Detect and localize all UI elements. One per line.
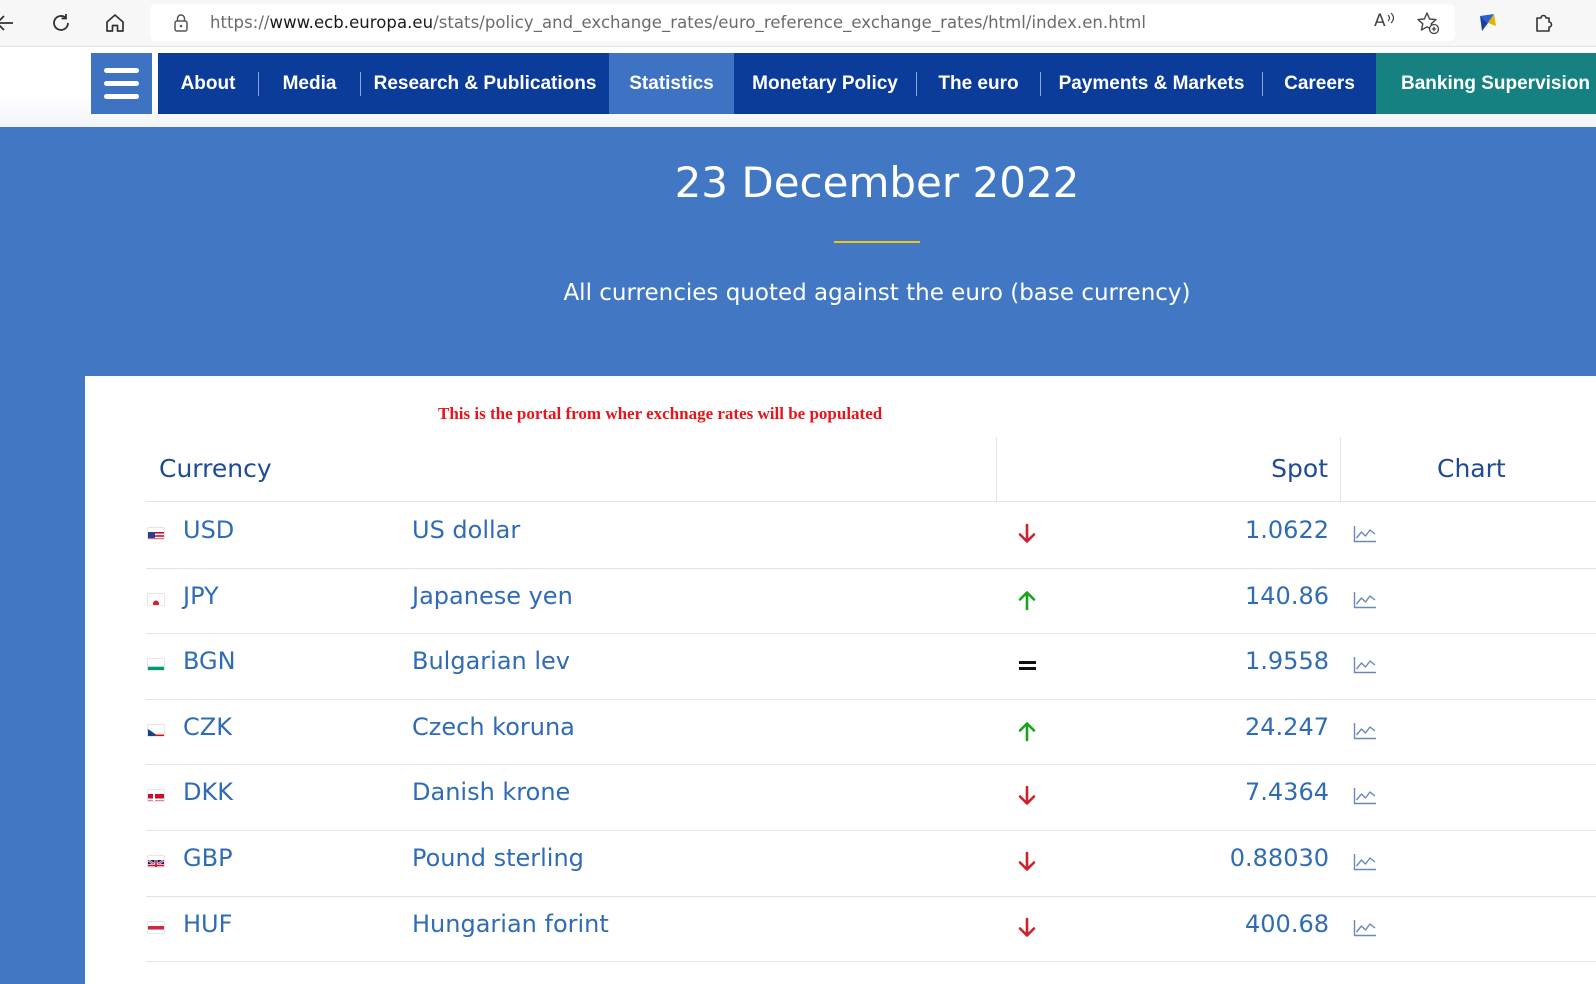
hu-flag-icon [148,922,164,933]
currency-code-link[interactable]: USD [183,516,234,544]
table-row: CZK Czech koruna 24.247 [146,699,1596,764]
page-subtitle: All currencies quoted against the euro (… [563,280,1191,306]
nav-item-the-euro[interactable]: The euro [917,53,1040,114]
spot-rate-link[interactable]: 0.88030 [1126,844,1329,872]
header-divider [996,437,997,501]
currency-code-link[interactable]: CZK [183,713,232,741]
header-currency: Currency [159,454,272,483]
nav-item-monetary-policy[interactable]: Monetary Policy [734,53,916,114]
dk-flag-icon [148,790,164,801]
extension-icon[interactable] [1471,6,1505,40]
nav-item-media[interactable]: Media [259,53,360,114]
page-title: 23 December 2022 [674,158,1080,207]
trend-down-icon [1016,784,1038,808]
nav-item-statistics-label: Statistics [629,72,714,94]
line-chart-icon[interactable] [1353,591,1377,609]
us-flag-icon [148,528,164,539]
row-divider [146,961,1596,962]
line-chart-icon[interactable] [1353,787,1377,805]
nav-item-research-publications[interactable]: Research & Publications [361,53,609,114]
nav-item-careers-label: Careers [1284,72,1355,94]
line-chart-icon[interactable] [1353,656,1377,674]
table-row: DKK Danish krone 7.4364 [146,764,1596,829]
table-row: JPY Japanese yen 140.86 [146,568,1596,633]
nav-item-payments-label: Payments & Markets [1058,72,1245,94]
header-chart: Chart [1437,454,1506,483]
nav-item-euro-label: The euro [938,72,1019,94]
currency-code-link[interactable]: JPY [183,582,219,610]
url-text[interactable]: https://www.ecb.europa.eu/stats/policy_a… [210,13,1146,32]
header-spot: Spot [1271,454,1328,483]
spot-rate-link[interactable]: 24.247 [1126,713,1329,741]
table-row: GBP Pound sterling 0.88030 [146,830,1596,895]
address-bar[interactable]: https://www.ecb.europa.eu/stats/policy_a… [150,4,1455,41]
refresh-icon[interactable] [44,6,78,40]
spot-rate-link[interactable]: 140.86 [1126,582,1329,610]
back-arrow-icon[interactable] [0,6,22,40]
nav-item-monetary-label: Monetary Policy [752,72,898,94]
line-chart-icon[interactable] [1353,853,1377,871]
add-favorite-icon[interactable] [1416,11,1440,39]
spot-rate-link[interactable]: 1.9558 [1126,647,1329,675]
nav-item-payments-markets[interactable]: Payments & Markets [1041,53,1262,114]
bg-flag-icon [148,659,164,670]
line-chart-icon[interactable] [1353,919,1377,937]
url-host: www.ecb.europa.eu [269,13,434,32]
nav-item-research-label: Research & Publications [373,72,597,94]
read-aloud-letter: A [1374,11,1386,31]
nav-item-banking-label: Banking Supervision [1401,72,1590,94]
currency-name-link[interactable]: Hungarian forint [412,910,609,938]
currency-code-link[interactable]: BGN [183,647,236,675]
currency-code-link[interactable]: HUF [183,910,232,938]
extensions-puzzle-icon[interactable] [1527,6,1561,40]
trend-up-icon [1016,588,1038,612]
trend-down-icon [1016,850,1038,874]
home-icon[interactable] [98,6,132,40]
spot-rate-link[interactable]: 7.4364 [1126,778,1329,806]
currency-name-link[interactable]: Bulgarian lev [412,647,570,675]
table-row: USD US dollar 1.0622 [146,502,1596,567]
trend-equal-icon [1016,653,1038,677]
currency-name-link[interactable]: US dollar [412,516,520,544]
header-divider [1340,437,1341,501]
currency-name-link[interactable]: Danish krone [412,778,570,806]
table-row: HUF Hungarian forint 400.68 [146,896,1596,961]
trend-up-icon [1016,719,1038,743]
nav-item-about-label: About [180,72,236,94]
spot-rate-link[interactable]: 400.68 [1126,910,1329,938]
spot-rate-link[interactable]: 1.0622 [1126,516,1329,544]
read-aloud-icon[interactable]: A [1372,10,1396,34]
trend-down-icon [1016,522,1038,546]
url-path: /stats/policy_and_exchange_rates/euro_re… [433,13,1146,32]
cz-flag-icon [148,725,164,736]
nav-item-careers[interactable]: Careers [1263,53,1376,114]
browser-toolbar: https://www.ecb.europa.eu/stats/policy_a… [0,0,1596,47]
title-underline [834,241,920,243]
currency-name-link[interactable]: Czech koruna [412,713,575,741]
currency-name-link[interactable]: Pound sterling [412,844,584,872]
gb-flag-icon [148,856,164,867]
annotation-note: This is the portal from wher exchnage ra… [438,404,883,423]
jp-flag-icon [148,594,164,605]
currency-code-link[interactable]: DKK [183,778,233,806]
url-prefix: https:// [210,13,270,32]
line-chart-icon[interactable] [1353,525,1377,543]
nav-item-about[interactable]: About [158,53,258,114]
currency-code-link[interactable]: GBP [183,844,233,872]
nav-item-banking-supervision[interactable]: Banking Supervision [1376,53,1596,114]
nav-item-statistics[interactable]: Statistics [609,53,734,114]
main-navigation: About Media Research & Publications Stat… [158,53,1596,114]
trend-down-icon [1016,916,1038,940]
nav-item-media-label: Media [282,72,337,94]
lock-icon[interactable] [172,13,190,37]
table-row: BGN Bulgarian lev 1.9558 [146,633,1596,698]
menu-hamburger-button[interactable] [91,53,152,114]
currency-name-link[interactable]: Japanese yen [412,582,573,610]
line-chart-icon[interactable] [1353,722,1377,740]
